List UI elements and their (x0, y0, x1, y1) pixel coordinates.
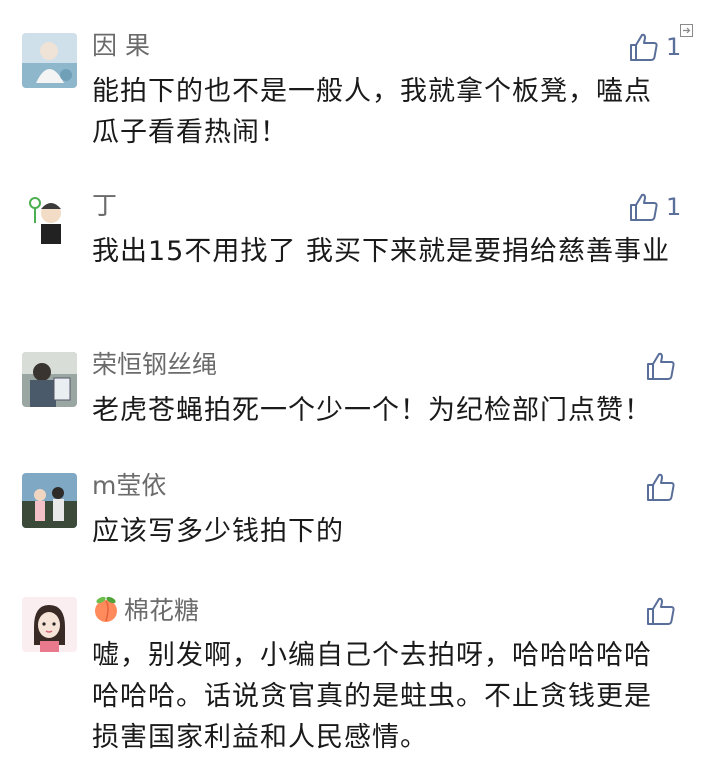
like-button[interactable] (645, 469, 683, 505)
commenter-name[interactable]: 因 果 (92, 31, 150, 61)
comment-text: 应该写多少钱拍下的 (92, 516, 344, 547)
like-button[interactable] (645, 348, 683, 384)
thumbs-up-icon (628, 31, 660, 63)
like-count: 1 (666, 193, 682, 221)
thumbs-up-icon (645, 595, 677, 627)
avatar[interactable] (22, 193, 77, 248)
comment-text: 老虎苍蝇拍死一个少一个！为纪检部门点赞！ (92, 395, 652, 426)
thumbs-up-icon (645, 471, 677, 503)
commenter-name[interactable]: 丁 (92, 191, 117, 221)
thumbs-up-icon (628, 191, 660, 223)
avatar[interactable] (22, 33, 77, 88)
avatar[interactable] (22, 597, 77, 652)
avatar[interactable] (22, 473, 77, 528)
comment-text: 能拍下的也不是一般人，我就拿个板凳，嗑点瓜子看看热闹！ (92, 76, 652, 148)
comment-text: 嘘，别发啊，小编自己个去拍呀，哈哈哈哈哈哈哈哈。话说贪官真的是蛀虫。不止贪钱更是… (92, 640, 652, 753)
comment-text: 我出15不用找了 我买下来就是要捐给慈善事业 (92, 236, 670, 267)
like-button[interactable]: 1 (628, 29, 681, 65)
like-button[interactable] (645, 593, 683, 629)
commenter-name-text: 棉花糖 (124, 596, 200, 625)
thumbs-up-icon (645, 350, 677, 382)
commenter-name[interactable]: 荣恒钢丝绳 (92, 350, 217, 380)
commenter-name[interactable]: m莹依 (92, 471, 166, 501)
avatar[interactable] (22, 352, 77, 407)
peach-icon (92, 595, 120, 630)
share-corner-icon[interactable] (680, 24, 693, 37)
commenter-name[interactable]: 棉花糖 (92, 595, 199, 630)
comment-list: 因 果 1 能拍下的也不是一般人，我就拿个板凳，嗑点瓜子看看热闹！ 丁 1 我出… (0, 0, 723, 753)
like-button[interactable]: 1 (628, 189, 681, 225)
like-count: 1 (666, 33, 682, 61)
